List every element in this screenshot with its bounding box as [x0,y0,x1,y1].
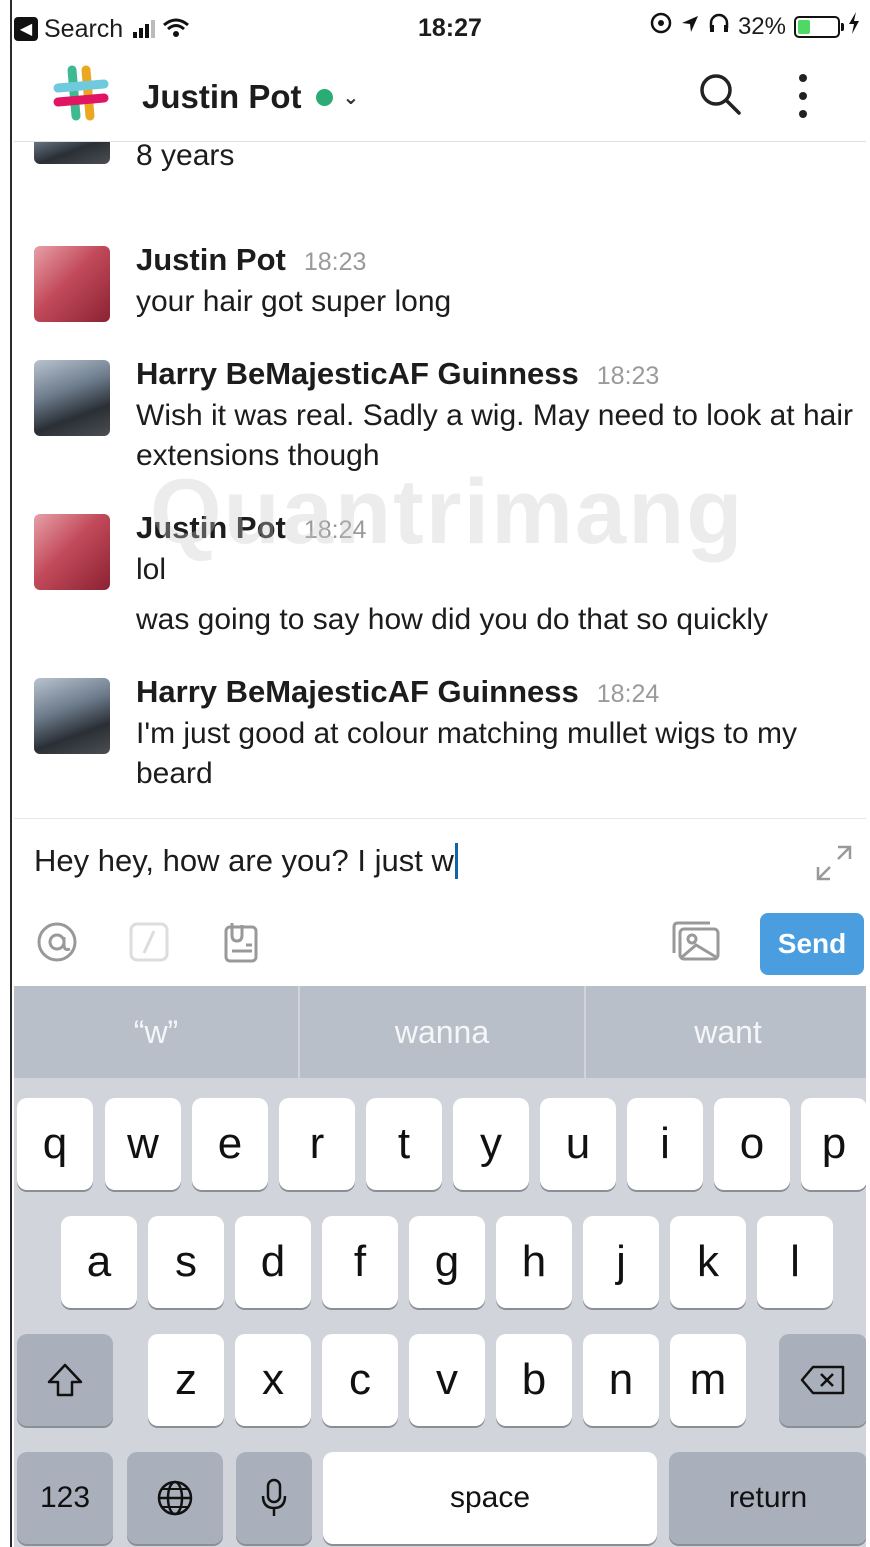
message-author[interactable]: Justin Pot 18:24 [136,510,366,546]
message-input-value: Hey hey, how are you? I just w [34,843,454,878]
key-o[interactable]: o [714,1098,790,1190]
conversation-header: Justin Pot ⌄ [14,52,866,142]
message-input[interactable]: Hey hey, how are you? I just w [34,843,458,879]
back-arrow-icon[interactable]: ◀ [14,17,38,41]
avatar[interactable] [34,360,110,436]
key-z[interactable]: z [148,1334,224,1426]
key-s[interactable]: s [148,1216,224,1308]
expand-icon[interactable] [814,843,854,883]
message-time: 18:23 [596,362,660,390]
key-e[interactable]: e [192,1098,268,1190]
key-j[interactable]: j [583,1216,659,1308]
slack-logo-icon[interactable] [52,64,110,122]
mention-icon[interactable] [34,919,80,965]
author-name: Justin Pot [136,242,286,277]
key-k[interactable]: k [670,1216,746,1308]
message-author[interactable]: Justin Pot 18:23 [136,242,366,278]
microphone-icon [261,1478,287,1516]
author-name: Harry BeMajesticAF Guinness [136,356,579,391]
key-l[interactable]: l [757,1216,833,1308]
message-time: 18:23 [303,248,367,276]
message-composer: Hey hey, how are you? I just w Send [14,818,866,986]
wifi-icon [163,14,190,45]
key-t[interactable]: t [366,1098,442,1190]
avatar[interactable] [34,246,110,322]
message-list[interactable]: This is the closest I've been to clean s… [14,140,866,818]
key-c[interactable]: c [322,1334,398,1426]
author-name: Harry BeMajesticAF Guinness [136,674,579,709]
battery-icon [794,15,844,38]
backspace-key[interactable] [779,1334,867,1426]
message-text: your hair got super long [136,285,452,318]
space-key[interactable]: space [323,1452,657,1544]
key-p[interactable]: p [801,1098,867,1190]
search-icon[interactable] [698,72,742,116]
backspace-icon [800,1365,845,1395]
back-to-app-label[interactable]: Search [44,15,123,44]
avatar[interactable] [34,514,110,590]
attach-file-icon[interactable] [218,919,264,965]
avatar[interactable] [34,678,110,754]
signal-icon [133,20,156,38]
text-caret [454,843,458,879]
charging-icon [848,12,860,41]
message-text: lol [136,553,167,586]
key-i[interactable]: i [627,1098,703,1190]
photo-gallery-icon[interactable] [670,919,722,965]
status-right-group: 32% [650,12,860,41]
message-text: I'm just good at colour matching mullet … [136,717,797,790]
message-time: 18:24 [303,516,367,544]
message-text: Wish it was real. Sadly a wig. May need … [136,399,853,472]
return-key[interactable]: return [669,1452,867,1544]
key-v[interactable]: v [409,1334,485,1426]
message-time: 18:24 [596,680,660,708]
ios-keyboard: “w” wanna want q w e r t y u i o p a s d… [14,986,870,1547]
screen-lock-icon [650,12,672,41]
author-name: Justin Pot [136,510,286,545]
frame-edge-left [0,0,12,1547]
message-author[interactable]: Harry BeMajesticAF Guinness 18:23 [136,356,659,392]
shift-key[interactable] [17,1334,113,1426]
dictation-key[interactable] [236,1452,312,1544]
key-a[interactable]: a [61,1216,137,1308]
key-y[interactable]: y [453,1098,529,1190]
globe-key[interactable] [127,1452,223,1544]
avatar[interactable] [34,140,110,164]
chevron-down-icon[interactable]: ⌄ [343,85,360,110]
key-x[interactable]: x [235,1334,311,1426]
key-u[interactable]: u [540,1098,616,1190]
status-time: 18:27 [418,14,482,42]
frame-edge-right [866,0,870,1547]
suggestion-item[interactable]: want [586,986,870,1078]
key-r[interactable]: r [279,1098,355,1190]
key-h[interactable]: h [496,1216,572,1308]
battery-percent: 32% [737,12,786,40]
globe-icon [157,1480,193,1516]
key-q[interactable]: q [17,1098,93,1190]
numbers-key[interactable]: 123 [17,1452,113,1544]
shift-icon [47,1363,83,1397]
headphones-icon [708,12,730,41]
message-author[interactable]: Harry BeMajesticAF Guinness 18:24 [136,674,659,710]
channel-title[interactable]: Justin Pot ⌄ [142,78,359,116]
channel-title-text: Justin Pot [142,78,302,115]
predictive-text-bar: “w” wanna want [14,986,870,1078]
key-d[interactable]: d [235,1216,311,1308]
location-icon [680,13,700,41]
slash-command-icon[interactable] [126,919,172,965]
more-options-icon[interactable] [792,74,814,118]
message-text-continued: was going to say how did you do that so … [136,603,769,636]
send-button[interactable]: Send [760,913,864,975]
key-n[interactable]: n [583,1334,659,1426]
key-b[interactable]: b [496,1334,572,1426]
key-g[interactable]: g [409,1216,485,1308]
suggestion-item[interactable]: “w” [14,986,300,1078]
key-f[interactable]: f [322,1216,398,1308]
message-text: This is the closest I've been to clean s… [136,140,235,172]
presence-indicator [315,88,333,106]
key-w[interactable]: w [105,1098,181,1190]
status-bar: ◀ Search 18:27 32% [14,8,866,50]
suggestion-item[interactable]: wanna [300,986,586,1078]
key-m[interactable]: m [670,1334,746,1426]
